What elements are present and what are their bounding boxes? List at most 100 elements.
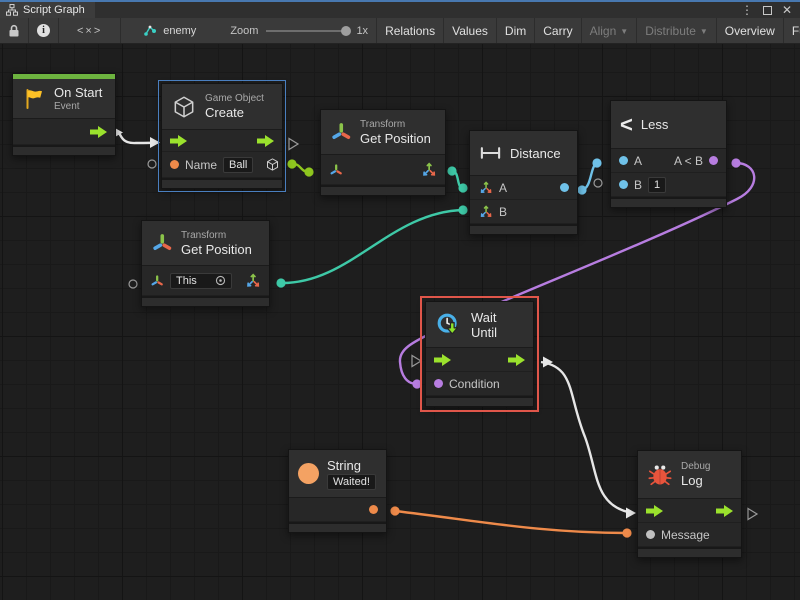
wire-endpoint xyxy=(458,205,467,214)
wire-waituntil-to-debuglog[interactable] xyxy=(541,362,633,513)
script-graph-window: Script Graph ⋮ ✕ i <×> enemy xyxy=(0,0,800,600)
flow-input-port[interactable] xyxy=(170,135,187,147)
name-value-field[interactable]: Ball xyxy=(223,157,253,173)
b-value-field[interactable]: 1 xyxy=(648,177,666,193)
target-value-field[interactable]: This xyxy=(170,273,232,289)
unconnected-value-indicator xyxy=(148,160,156,168)
flag-icon xyxy=(22,87,46,111)
wire-endpoint xyxy=(731,158,740,167)
wire-getpositionbottom-to-distance-b[interactable] xyxy=(281,210,463,283)
unconnected-value-indicator xyxy=(594,179,602,187)
wire-endpoint xyxy=(390,506,399,515)
output-label: A < B xyxy=(674,154,703,168)
flow-output-port[interactable] xyxy=(90,126,107,138)
node-string[interactable]: String Waited! xyxy=(288,449,387,533)
port-label: Condition xyxy=(449,377,500,391)
flow-output-port[interactable] xyxy=(716,505,733,517)
transform-input-port[interactable] xyxy=(150,274,164,288)
node-footer xyxy=(470,224,577,234)
node-get-position-top[interactable]: Transform Get Position xyxy=(320,109,446,196)
node-title: Create xyxy=(205,105,264,120)
wire-arrowhead xyxy=(150,137,160,148)
node-less[interactable]: < Less A A < B B 1 xyxy=(610,100,727,208)
vector3-output-port[interactable] xyxy=(244,272,261,289)
unconnected-flow-indicator xyxy=(289,139,298,150)
node-title: Less xyxy=(641,117,668,132)
gameobject-output-port[interactable] xyxy=(265,157,280,172)
wire-endpoint xyxy=(577,185,586,194)
node-footer xyxy=(321,185,445,195)
wire-arrowhead xyxy=(626,508,636,519)
flow-output-port[interactable] xyxy=(257,135,274,147)
string-value-field[interactable]: Waited! xyxy=(327,474,376,490)
transform-input-port[interactable] xyxy=(329,163,343,177)
flow-input-port[interactable] xyxy=(434,354,451,366)
port-label: A xyxy=(634,154,642,168)
node-title: Get Position xyxy=(360,131,431,146)
vector3-output-port[interactable] xyxy=(420,161,437,178)
transform-icon xyxy=(151,232,173,254)
distance-output-port[interactable] xyxy=(560,183,569,192)
node-title: String xyxy=(327,458,376,473)
less-than-icon: < xyxy=(620,114,633,136)
port-label: A xyxy=(499,181,507,195)
name-input-port[interactable] xyxy=(170,160,179,169)
vector3-input-port-a[interactable] xyxy=(478,180,493,195)
string-output-port[interactable] xyxy=(369,505,378,514)
node-category: Game Object xyxy=(205,93,264,104)
node-category: Transform xyxy=(360,119,431,130)
debug-bug-icon xyxy=(647,462,673,488)
wire-endpoint xyxy=(622,528,631,537)
node-create[interactable]: Game Object Create Name Ball xyxy=(161,83,283,189)
node-subtitle: Event xyxy=(54,101,102,112)
condition-input-port[interactable] xyxy=(434,379,443,388)
wait-clock-icon xyxy=(435,311,463,339)
node-distance[interactable]: Distance A B xyxy=(469,130,578,235)
less-input-port-a[interactable] xyxy=(619,156,628,165)
wire-endpoint xyxy=(447,166,456,175)
node-category: Transform xyxy=(181,230,252,241)
gameobject-cube-icon xyxy=(171,94,197,120)
port-label: Message xyxy=(661,528,710,542)
unconnected-flow-indicator xyxy=(412,356,421,367)
less-input-port-b[interactable] xyxy=(619,180,628,189)
node-title: On Start xyxy=(54,85,102,100)
unconnected-value-indicator xyxy=(129,280,137,288)
object-picker-icon[interactable] xyxy=(215,275,226,286)
node-title: Get Position xyxy=(181,242,252,257)
wire-endpoint xyxy=(304,167,313,176)
node-footer xyxy=(142,296,269,306)
port-label: B xyxy=(634,178,642,192)
wire-string-to-debuglog-message[interactable] xyxy=(395,511,627,533)
distance-ruler-icon xyxy=(479,146,502,160)
flow-input-port[interactable] xyxy=(646,505,663,517)
node-debug-log[interactable]: Debug Log Message xyxy=(637,450,742,558)
node-title: Distance xyxy=(510,146,561,161)
wire-endpoint xyxy=(458,183,467,192)
node-footer xyxy=(289,522,386,532)
port-label: Name xyxy=(185,158,217,172)
node-footer xyxy=(426,396,533,406)
transform-icon xyxy=(330,121,352,143)
port-label: B xyxy=(499,205,507,219)
message-input-port[interactable] xyxy=(646,530,655,539)
wire-endpoint xyxy=(592,158,601,167)
node-title: Wait Until xyxy=(471,310,524,340)
flow-output-port[interactable] xyxy=(508,354,525,366)
vector3-input-port-b[interactable] xyxy=(478,204,493,219)
node-on-start[interactable]: On Start Event xyxy=(12,73,116,156)
string-type-icon xyxy=(298,463,319,484)
wire-endpoint xyxy=(276,278,285,287)
less-output-port[interactable] xyxy=(709,156,718,165)
wire-endpoint xyxy=(287,159,296,168)
node-footer xyxy=(611,197,726,207)
node-category: Debug xyxy=(681,461,710,472)
unconnected-flow-indicator xyxy=(748,509,757,520)
node-footer xyxy=(638,547,741,557)
node-footer xyxy=(162,178,282,188)
node-wait-until[interactable]: Wait Until Condition xyxy=(425,301,534,407)
node-get-position-bottom[interactable]: Transform Get Position This xyxy=(141,220,270,307)
node-footer xyxy=(13,145,115,155)
wire-endpoint xyxy=(412,379,421,388)
node-title: Log xyxy=(681,473,710,488)
